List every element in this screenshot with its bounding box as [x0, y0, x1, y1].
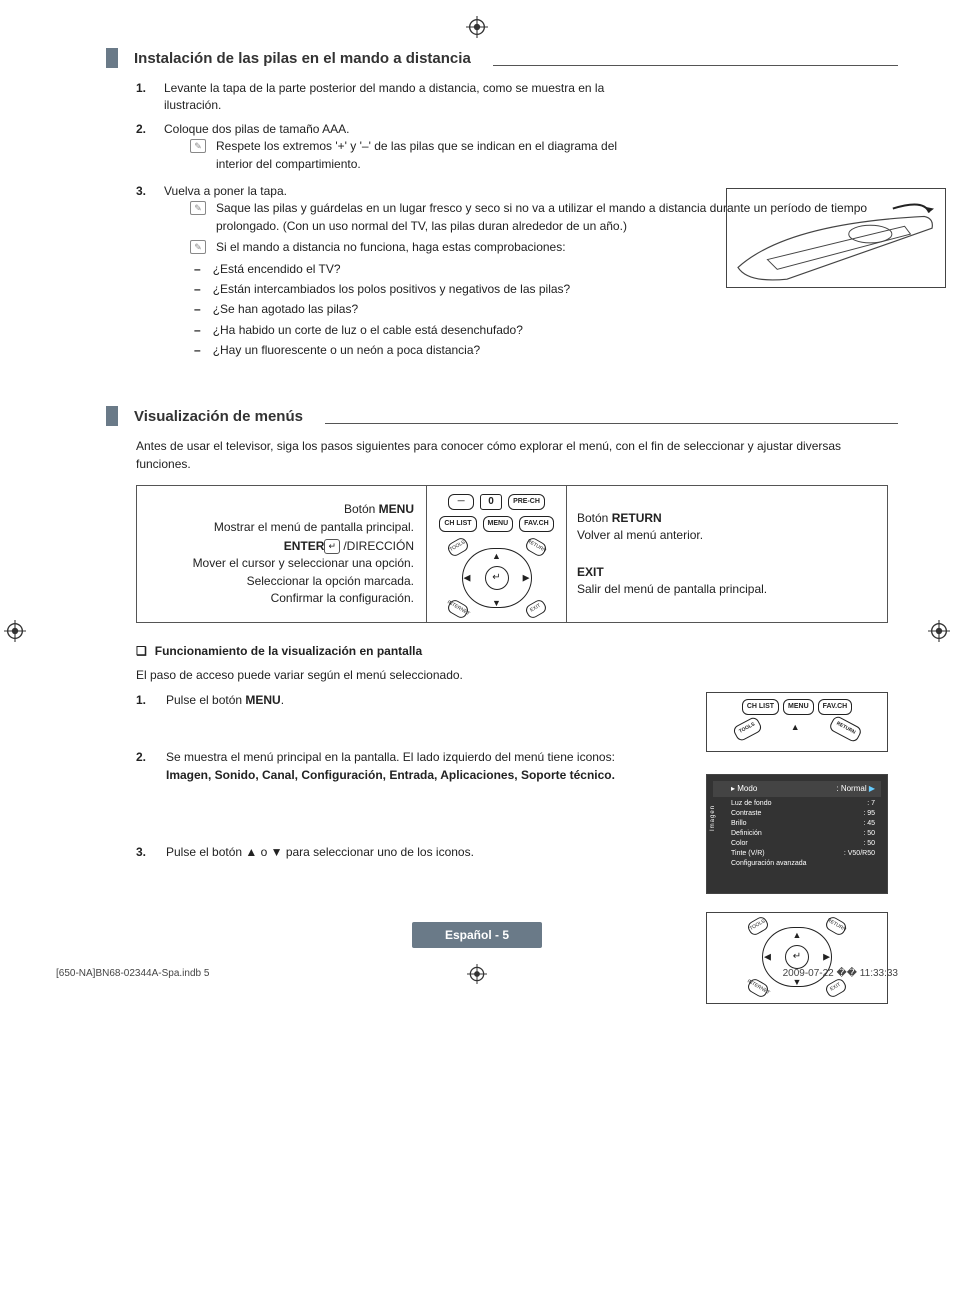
ch-list-button: CH LIST — [742, 699, 779, 715]
heading-title: Instalación de las pilas en el mando a d… — [134, 50, 471, 67]
heading-underline — [325, 423, 898, 424]
heading-title: Visualización de menús — [134, 408, 303, 425]
operation-subheading: Funcionamiento de la visualización en pa… — [136, 643, 888, 660]
print-timestamp: 2009-07-22 �� 11:33:33 — [783, 968, 898, 979]
menu-button: MENU — [783, 699, 814, 715]
step-3: 3. Vuelva a poner la tapa. ✎ Saque las p… — [136, 183, 888, 363]
return-button: RETURN — [828, 715, 863, 744]
note-storage: ✎ Saque las pilas y guárdelas en un luga… — [190, 200, 888, 235]
battery-steps-list: 1. Levante la tapa de la parte posterior… — [136, 80, 888, 362]
osd-sidebar-label: Imagen — [709, 805, 718, 831]
diagram-labels-left: Botón MENU Mostrar el menú de pantalla p… — [137, 486, 427, 622]
label-enter: ENTER↵ /DIRECCIÓN Mover el cursor y sele… — [145, 538, 414, 608]
enter-button: ↵ — [785, 945, 809, 969]
operation-intro: El paso de acceso puede variar según el … — [136, 667, 888, 684]
return-button: RETURN — [824, 915, 848, 937]
internet-button: INTERNET — [445, 598, 469, 620]
section1-body: 1. Levante la tapa de la parte posterior… — [136, 80, 888, 362]
operation-steps-area: 1. Pulse el botón MENU. 2. Se muestra el… — [136, 692, 888, 862]
fav-ch-button: FAV.CH — [818, 699, 853, 715]
registration-mark-bottom — [467, 964, 487, 987]
diagram-labels-right: Botón RETURN Volver al menú anterior. EX… — [567, 486, 887, 622]
pre-ch-button: PRE-CH — [508, 494, 545, 510]
exit-button: EXIT — [824, 977, 848, 999]
up-arrow-icon: ▲ — [492, 550, 501, 563]
page-content: Instalación de las pilas en el mando a d… — [0, 48, 954, 948]
source-file: [650-NA]BN68-02344A-Spa.indb 5 — [56, 968, 209, 979]
step-1: 1. Levante la tapa de la parte posterior… — [136, 80, 888, 115]
right-arrow-icon: ▶ — [523, 572, 530, 585]
note-icon: ✎ — [190, 139, 206, 153]
thumb-remote-top: CH LIST MENU FAV.CH TOOLS ▲ RETURN — [706, 692, 888, 752]
section2-intro: Antes de usar el televisor, siga los pas… — [136, 438, 888, 473]
minus-button: — — [448, 494, 474, 510]
step-2: 2. Coloque dos pilas de tamaño AAA. ✎ Re… — [136, 121, 888, 177]
print-footer: [650-NA]BN68-02344A-Spa.indb 5 2009-07-2… — [0, 968, 954, 979]
heading-bar — [106, 48, 118, 68]
label: Botón MENU — [344, 502, 414, 516]
page-number-badge: Español - 5 — [412, 922, 542, 948]
heading-bar — [106, 406, 118, 426]
diagram-remote-buttons: — 0 PRE-CH CH LIST MENU FAV.CH TOOLS RET… — [427, 486, 567, 622]
thumb-osd-menu: Imagen ▸ Modo : Normal ▶ Luz de fondo: 7… — [706, 774, 888, 894]
remote-diagram: Botón MENU Mostrar el menú de pantalla p… — [136, 485, 888, 623]
internet-button: INTERNET — [746, 977, 770, 999]
note-polarity: ✎ Respete los extremos '+' y '–' de las … — [190, 138, 888, 173]
exit-button: EXIT — [523, 598, 547, 620]
menu-button: MENU — [483, 516, 514, 532]
section-heading-menus: Visualización de menús — [106, 406, 898, 426]
up-arrow-icon: ▲ — [791, 721, 800, 737]
heading-underline — [493, 65, 898, 66]
note-icon: ✎ — [190, 240, 206, 254]
note-troubleshoot: ✎ Si el mando a distancia no funciona, h… — [190, 239, 888, 256]
label: Botón RETURN — [577, 511, 662, 525]
label-return: Botón RETURN Volver al menú anterior. — [577, 510, 877, 545]
section2-body: Antes de usar el televisor, siga los pas… — [136, 438, 888, 861]
ch-list-button: CH LIST — [439, 516, 476, 532]
right-arrow-icon: ▶ — [823, 951, 830, 964]
enter-icon: ↵ — [324, 539, 340, 554]
left-arrow-icon: ◀ — [764, 951, 771, 964]
section-heading-batteries: Instalación de las pilas en el mando a d… — [106, 48, 898, 68]
tools-button: TOOLS — [445, 536, 469, 558]
return-button: RETURN — [523, 536, 547, 558]
left-arrow-icon: ◀ — [464, 572, 471, 585]
troubleshoot-checks: ¿Está encendido el TV? ¿Están intercambi… — [164, 261, 888, 360]
note-icon: ✎ — [190, 201, 206, 215]
tools-button: TOOLS — [731, 716, 762, 743]
enter-button: ↵ — [485, 566, 509, 590]
label-menu: Botón MENU Mostrar el menú de pantalla p… — [145, 501, 414, 536]
tools-button: TOOLS — [746, 915, 770, 937]
dpad: TOOLS RETURN INTERNET EXIT ↵ ▲ ▼ ◀ ▶ — [452, 542, 542, 614]
registration-mark-top — [466, 16, 488, 41]
zero-button: 0 — [480, 494, 502, 510]
up-arrow-icon: ▲ — [793, 929, 802, 942]
down-arrow-icon: ▼ — [492, 597, 501, 610]
label-exit: EXIT Salir del menú de pantalla principa… — [577, 564, 877, 599]
fav-ch-button: FAV.CH — [519, 516, 554, 532]
thumb-remote-dpad: TOOLS RETURN INTERNET EXIT ↵ ▲ ▼ ◀ ▶ — [706, 912, 888, 1004]
